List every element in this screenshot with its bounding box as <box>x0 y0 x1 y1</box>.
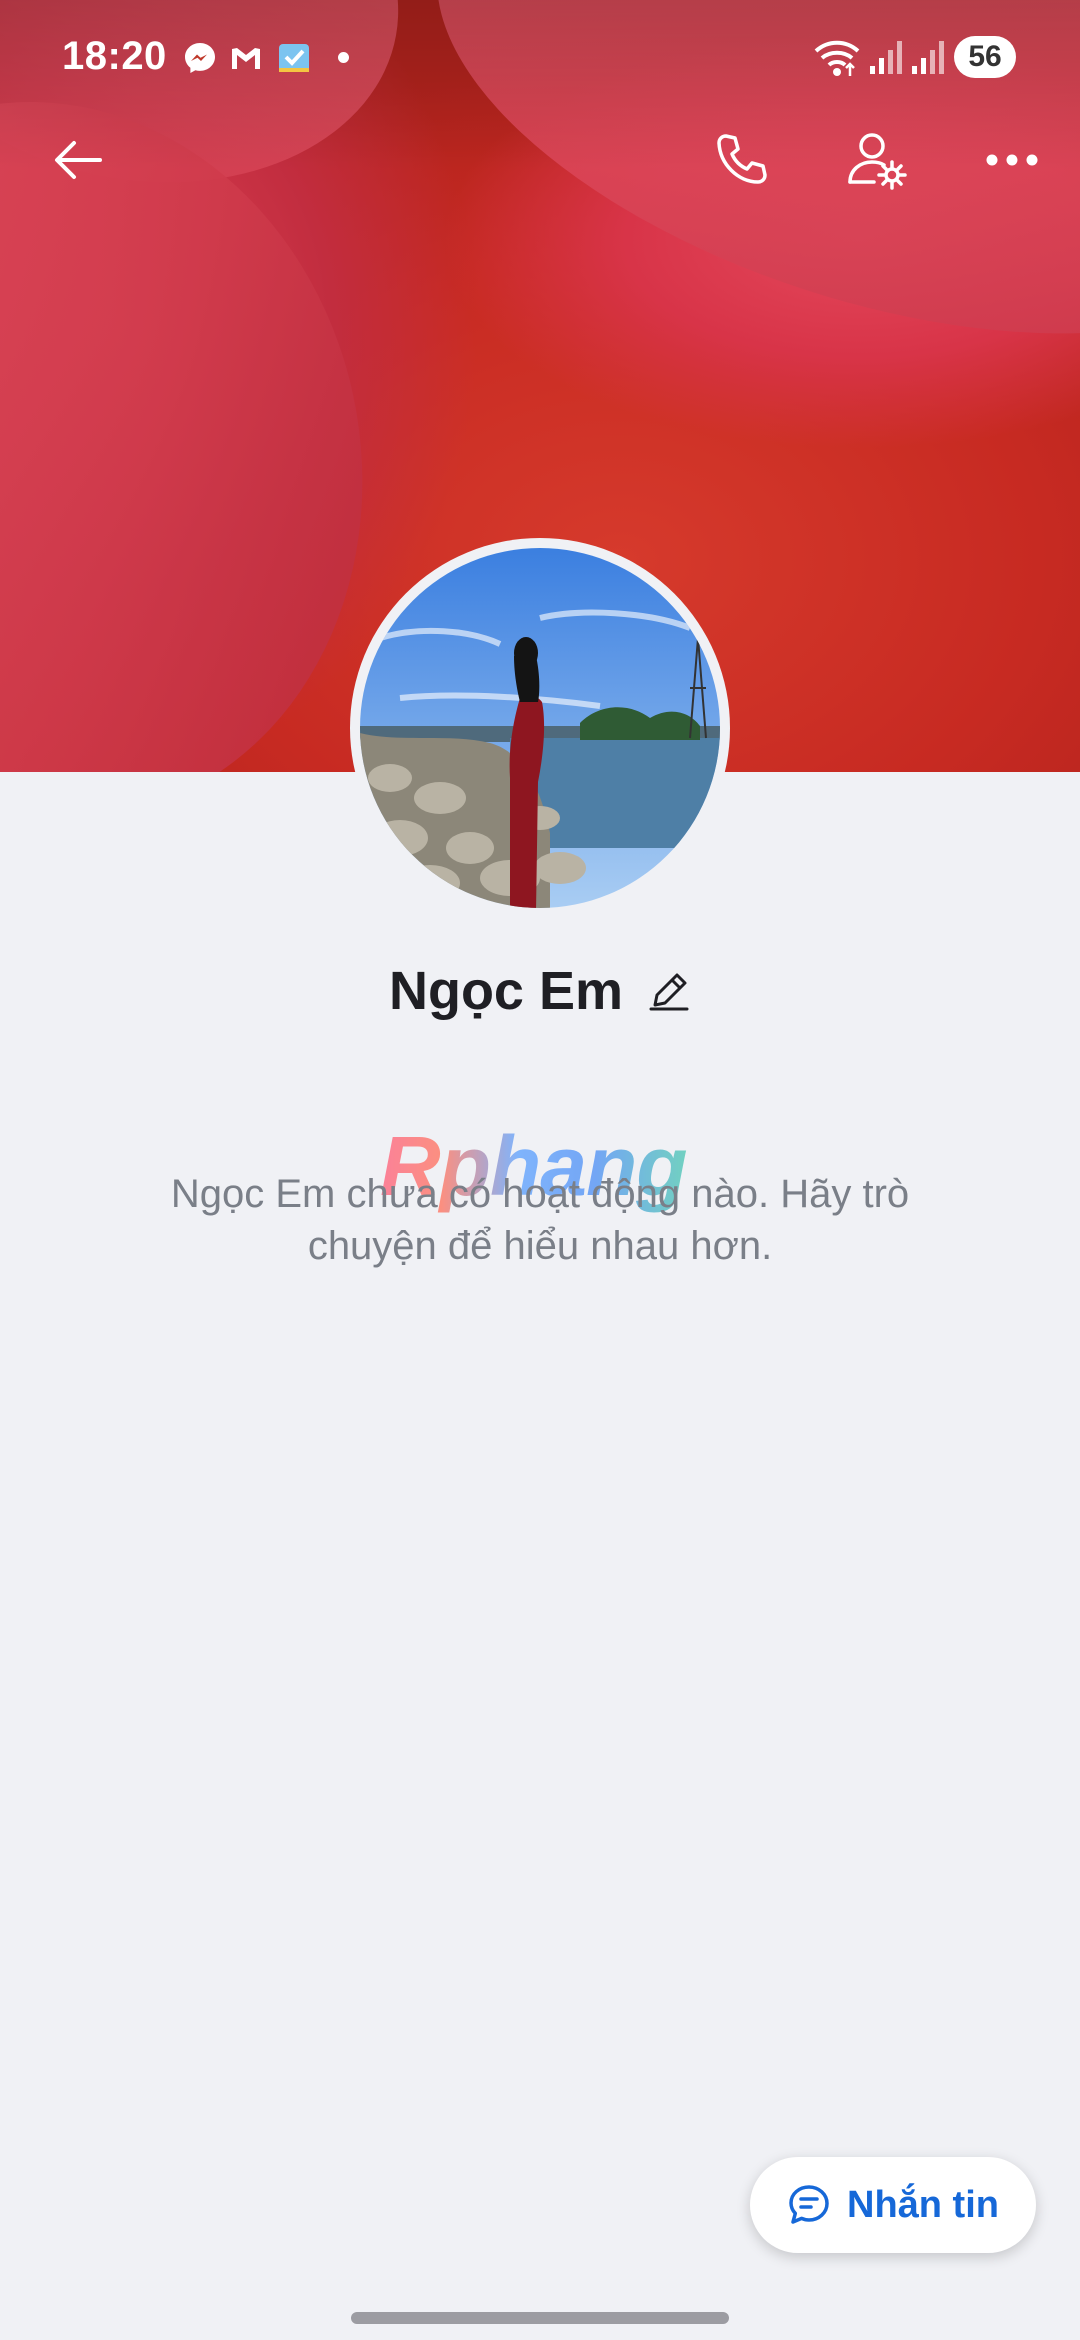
chat-icon <box>789 2185 829 2224</box>
message-button[interactable]: Nhắn tin <box>750 2157 1036 2253</box>
call-button[interactable] <box>702 120 782 200</box>
status-time: 18:20 <box>62 34 167 78</box>
message-button-label: Nhắn tin <box>847 2183 999 2226</box>
wifi-icon <box>814 40 860 76</box>
status-bar: 18:20 56 <box>0 0 1080 110</box>
avatar-photo <box>360 548 720 908</box>
signal-icon <box>870 41 902 74</box>
gesture-nav-handle[interactable] <box>351 2312 729 2324</box>
profile-settings-icon <box>848 133 907 190</box>
messenger-icon <box>185 43 215 73</box>
profile-name: Ngọc Em <box>388 961 624 1021</box>
signal-icon <box>912 41 944 74</box>
app-icon <box>279 44 309 72</box>
battery-indicator: 56 <box>954 36 1016 78</box>
notification-dot <box>338 52 349 63</box>
more-options-button[interactable] <box>972 120 1052 200</box>
back-arrow-icon <box>55 141 102 179</box>
profile-settings-button[interactable] <box>838 120 918 200</box>
phone-icon <box>717 134 767 184</box>
gmail-icon <box>232 48 260 69</box>
profile-name-row: Ngọc Em <box>0 960 1080 1022</box>
avatar[interactable] <box>350 538 730 918</box>
back-button[interactable] <box>38 120 118 200</box>
pencil-icon[interactable] <box>647 969 691 1013</box>
empty-activity-message: Ngọc Em chưa có hoạt động nào. Hãy trò c… <box>170 1172 910 1268</box>
more-icon <box>986 154 1038 166</box>
